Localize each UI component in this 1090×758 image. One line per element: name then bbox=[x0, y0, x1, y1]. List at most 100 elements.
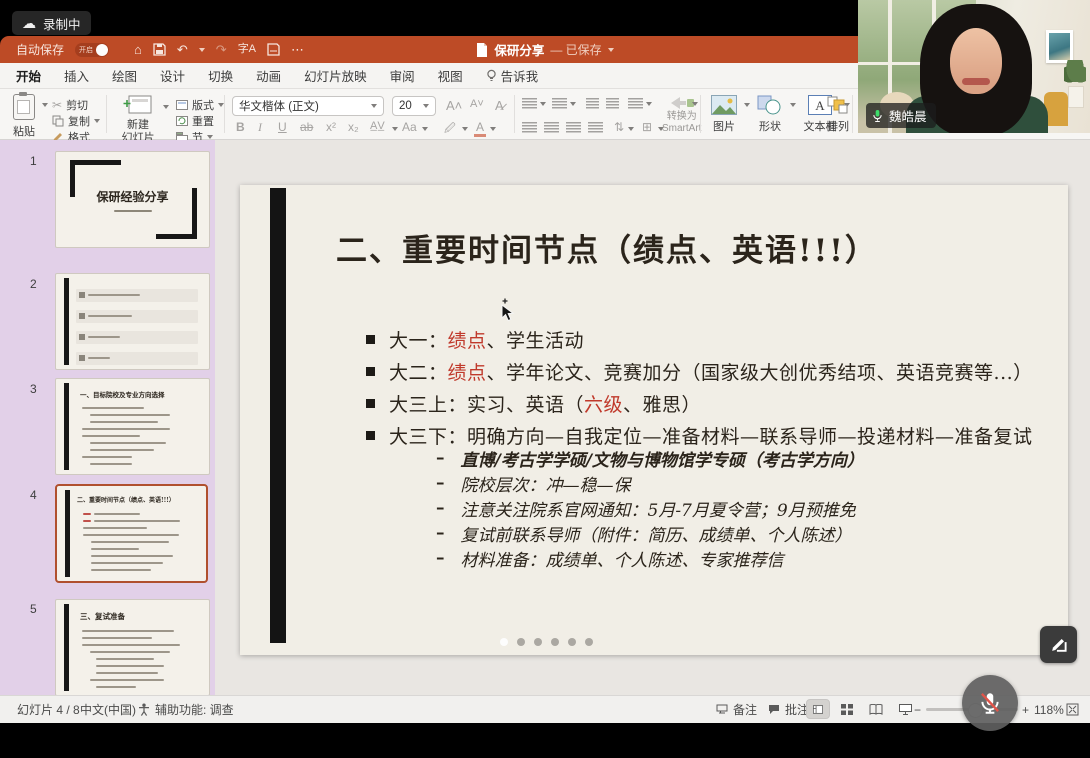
progress-dot bbox=[585, 638, 593, 646]
copy-button[interactable]: 复制 bbox=[52, 113, 100, 129]
shapes-dropdown-icon[interactable] bbox=[790, 103, 796, 107]
thumbnail-title: 三、复试准备 bbox=[80, 611, 125, 622]
save-as-icon[interactable] bbox=[267, 43, 280, 56]
font-color-icon[interactable]: A bbox=[474, 120, 486, 137]
bullet-list-icon[interactable] bbox=[522, 98, 537, 109]
line-spacing-icon[interactable] bbox=[628, 98, 643, 109]
home-icon[interactable]: ⌂ bbox=[134, 43, 142, 56]
language-status[interactable]: 中文(中国) bbox=[80, 696, 136, 723]
font-size-select[interactable]: 20 bbox=[392, 96, 436, 116]
arrange-button[interactable]: 排列 bbox=[820, 95, 856, 134]
zoom-level[interactable]: 118% bbox=[1034, 696, 1064, 723]
decrease-indent-icon[interactable] bbox=[586, 98, 599, 109]
tab-slideshow[interactable]: 幻灯片放映 bbox=[304, 66, 367, 85]
text-direction-dropdown-icon[interactable] bbox=[628, 127, 634, 131]
paste-dropdown-icon[interactable] bbox=[42, 103, 48, 107]
change-case-dropdown-icon[interactable] bbox=[422, 127, 428, 131]
tab-view[interactable]: 视图 bbox=[438, 66, 463, 85]
tab-home[interactable]: 开始 bbox=[16, 66, 41, 85]
recording-indicator[interactable]: ☁ 录制中 bbox=[12, 11, 91, 35]
autosave-toggle[interactable]: 开启 bbox=[75, 43, 109, 57]
font-color-dropdown-icon[interactable] bbox=[490, 127, 496, 131]
slide-sorter-view-button[interactable] bbox=[835, 699, 859, 719]
increase-indent-icon[interactable] bbox=[606, 98, 619, 109]
annotate-button[interactable] bbox=[1040, 626, 1077, 663]
justify-icon[interactable] bbox=[588, 122, 603, 133]
thumbnail-slide-4-selected[interactable]: 二、重要时间节点（绩点、英语!!!） bbox=[55, 484, 208, 583]
subscript-icon[interactable]: x₂ bbox=[348, 120, 359, 134]
comments-button[interactable]: 批注 bbox=[768, 696, 809, 723]
underline-button[interactable]: U bbox=[278, 120, 287, 134]
undo-icon[interactable]: ↶ bbox=[177, 43, 188, 56]
thumbnail-slide-3[interactable]: 一、目标院校及专业方向选择 bbox=[55, 378, 210, 475]
title-dropdown-icon[interactable] bbox=[608, 48, 614, 52]
sub-bullet-text: 复试前联系导师（附件：简历、成绩单、个人陈述） bbox=[461, 521, 852, 546]
tab-transitions[interactable]: 切换 bbox=[208, 66, 233, 85]
progress-dot bbox=[568, 638, 576, 646]
reading-view-button[interactable] bbox=[864, 699, 888, 719]
smartart-button[interactable]: 转换为 SmartArt bbox=[662, 95, 701, 134]
change-case-icon[interactable]: Aa bbox=[402, 120, 417, 134]
shapes-button[interactable]: 形状 bbox=[752, 95, 788, 134]
strikethrough-icon[interactable]: ab bbox=[300, 120, 313, 134]
reset-button[interactable]: 重置 bbox=[176, 113, 214, 129]
thumbnail-slide-1[interactable]: 保研经验分享 bbox=[55, 151, 210, 248]
highlight-dropdown-icon[interactable] bbox=[462, 127, 468, 131]
zoom-in-button[interactable]: + bbox=[1022, 696, 1029, 723]
normal-view-button[interactable] bbox=[806, 699, 830, 719]
bullet-list-dropdown-icon[interactable] bbox=[540, 102, 546, 106]
line-spacing-dropdown-icon[interactable] bbox=[646, 102, 652, 106]
slide-title[interactable]: 二、重要时间节点（绩点、英语!!!） bbox=[336, 225, 878, 270]
new-slide-dropdown-icon[interactable] bbox=[163, 105, 169, 109]
more-commands-icon[interactable]: ⋯ bbox=[291, 43, 304, 56]
align-text-icon[interactable]: ⊞ bbox=[642, 120, 652, 134]
tab-review[interactable]: 审阅 bbox=[390, 66, 415, 85]
bold-button[interactable]: B bbox=[236, 120, 245, 134]
character-spacing-icon[interactable]: A̲V̲ bbox=[370, 120, 385, 132]
cut-button[interactable]: ✂ 剪切 bbox=[52, 97, 88, 113]
phonetic-guide-icon[interactable]: 字A bbox=[238, 44, 256, 55]
smartart-dropdown-icon[interactable] bbox=[692, 102, 698, 106]
undo-dropdown-icon[interactable] bbox=[199, 48, 205, 52]
paste-button[interactable]: 粘贴 bbox=[13, 94, 35, 139]
accessibility-label: 辅助功能: 调查 bbox=[155, 701, 234, 718]
save-icon[interactable] bbox=[153, 43, 166, 56]
align-left-icon[interactable] bbox=[522, 122, 537, 133]
thumbnail-slide-2[interactable] bbox=[55, 273, 210, 370]
grow-font-icon[interactable]: A˄ bbox=[446, 98, 462, 113]
slide-canvas[interactable]: 二、重要时间节点（绩点、英语!!!） 大一：绩点、学生活动 大二：绩点、学年论文… bbox=[240, 185, 1068, 655]
numbered-list-icon[interactable] bbox=[552, 98, 567, 109]
agenda-row bbox=[76, 352, 198, 365]
zoom-out-button[interactable]: − bbox=[914, 696, 921, 723]
mute-microphone-button[interactable] bbox=[962, 675, 1018, 731]
shrink-font-icon[interactable]: A˅ bbox=[470, 98, 484, 110]
slide-sub-bullet: 复试前联系导师（附件：简历、成绩单、个人陈述） bbox=[436, 522, 852, 544]
webcam-video[interactable]: 魏皓晨 bbox=[858, 0, 1090, 133]
tab-design[interactable]: 设计 bbox=[160, 66, 185, 85]
accessibility-status[interactable]: 辅助功能: 调查 bbox=[138, 696, 234, 723]
align-right-icon[interactable] bbox=[566, 122, 581, 133]
tell-me[interactable]: 告诉我 bbox=[486, 66, 539, 85]
italic-button[interactable]: I bbox=[258, 120, 262, 135]
save-status[interactable]: — 已保存 bbox=[550, 41, 601, 58]
text-direction-icon[interactable]: ⇅ bbox=[614, 120, 624, 134]
picture-dropdown-icon[interactable] bbox=[744, 103, 750, 107]
layout-button[interactable]: 版式 bbox=[176, 97, 224, 113]
picture-button[interactable]: 图片 bbox=[706, 95, 742, 134]
tab-draw[interactable]: 绘图 bbox=[112, 66, 137, 85]
new-slide-button[interactable]: 新建 幻灯片 bbox=[114, 94, 162, 144]
character-spacing-dropdown-icon[interactable] bbox=[392, 127, 398, 131]
superscript-icon[interactable]: x² bbox=[326, 120, 336, 134]
thumbnail-slide-5[interactable]: 三、复试准备 bbox=[55, 599, 210, 696]
thumbnail-text-line bbox=[114, 210, 152, 212]
clear-formatting-icon[interactable]: A̷ bbox=[495, 98, 504, 113]
align-center-icon[interactable] bbox=[544, 122, 559, 133]
status-bar: 幻灯片 4 / 8 中文(中国) 辅助功能: 调查 备注 批注 − + 118% bbox=[0, 695, 1090, 723]
fit-to-window-button[interactable] bbox=[1066, 696, 1079, 723]
tab-insert[interactable]: 插入 bbox=[64, 66, 89, 85]
numbered-list-dropdown-icon[interactable] bbox=[570, 102, 576, 106]
thumbnail-text-line bbox=[82, 435, 140, 437]
notes-button[interactable]: 备注 bbox=[716, 696, 757, 723]
tab-animations[interactable]: 动画 bbox=[256, 66, 281, 85]
font-name-select[interactable]: 华文楷体 (正文) bbox=[232, 96, 384, 116]
